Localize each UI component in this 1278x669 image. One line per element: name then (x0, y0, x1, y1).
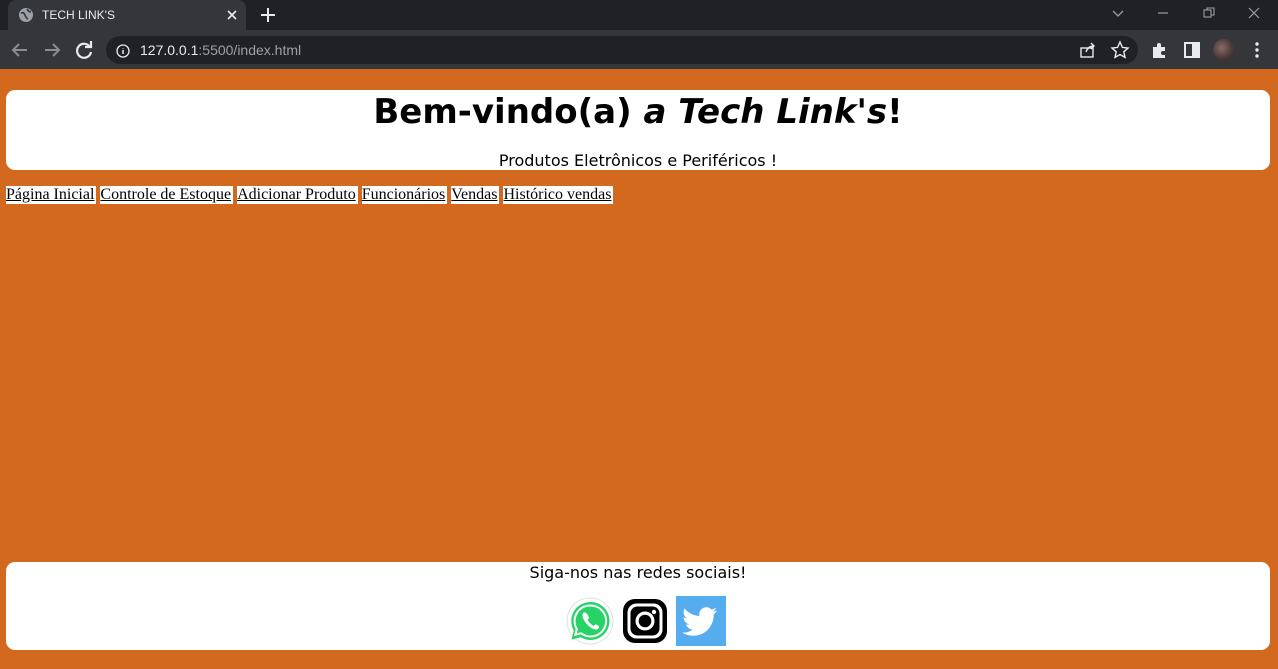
browser-tab-strip: TECH LINK'S (0, 0, 1278, 30)
footer-panel: Siga-nos nas redes sociais! (6, 562, 1270, 650)
nav-link-stock-control[interactable]: Controle de Estoque (100, 186, 234, 204)
minimize-icon[interactable] (1143, 0, 1183, 28)
nav-link-add-product[interactable]: Adicionar Produto (237, 186, 358, 204)
tagline: Produtos Eletrônicos e Periféricos ! (498, 151, 778, 170)
close-tab-icon[interactable] (222, 5, 242, 25)
tab-title: TECH LINK'S (42, 8, 115, 22)
address-bar[interactable]: 127.0.0.1:5500/index.html (106, 36, 1138, 64)
social-title: Siga-nos nas redes sociais! (529, 563, 747, 582)
nav-link-employees[interactable]: Funcionários (361, 186, 448, 204)
bookmark-star-icon[interactable] (1110, 40, 1130, 60)
globe-icon (18, 7, 34, 23)
tab-search-icon[interactable] (1098, 0, 1138, 28)
twitter-icon[interactable] (676, 596, 726, 646)
page-title: Bem-vindo(a) a Tech Link's! (6, 92, 1270, 132)
browser-tab[interactable]: TECH LINK'S (8, 0, 246, 30)
url-text: 127.0.0.1:5500/index.html (140, 42, 301, 58)
site-info-icon[interactable] (116, 43, 130, 58)
profile-avatar[interactable] (1213, 39, 1235, 61)
back-arrow-icon[interactable] (8, 38, 32, 62)
nav-link-sales-history[interactable]: Histórico vendas (503, 186, 614, 204)
url-path: :5500/index.html (198, 42, 302, 58)
whatsapp-icon[interactable] (565, 596, 615, 646)
nav-link-home[interactable]: Página Inicial (6, 186, 97, 204)
instagram-icon[interactable] (620, 596, 670, 646)
page-body: Bem-vindo(a) a Tech Link's! Produtos Ele… (0, 69, 1278, 669)
browser-toolbar: 127.0.0.1:5500/index.html (0, 30, 1278, 69)
nav-link-sales[interactable]: Vendas (451, 186, 500, 204)
new-tab-icon[interactable] (258, 5, 278, 25)
side-panel-icon[interactable] (1182, 40, 1202, 60)
header-panel: Bem-vindo(a) a Tech Link's! Produtos Ele… (6, 90, 1270, 170)
restore-icon[interactable] (1189, 0, 1229, 28)
extensions-puzzle-icon[interactable] (1150, 40, 1170, 60)
title-plain: Bem-vindo(a) (373, 92, 644, 132)
share-icon[interactable] (1078, 40, 1098, 60)
title-brand: a Tech Link's (643, 92, 888, 132)
url-host: 127.0.0.1 (140, 42, 199, 58)
reload-icon[interactable] (72, 38, 96, 62)
title-exclamation: ! (887, 92, 903, 132)
main-nav: Página Inicial Controle de Estoque Adici… (6, 186, 617, 204)
more-menu-icon[interactable] (1247, 40, 1267, 60)
close-window-icon[interactable] (1234, 0, 1274, 28)
forward-arrow-icon[interactable] (40, 38, 64, 62)
